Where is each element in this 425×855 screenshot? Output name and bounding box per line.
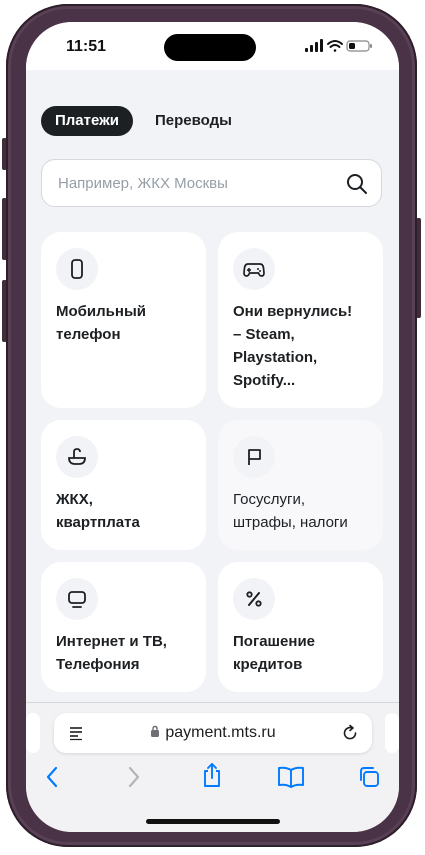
card-gosuslugi[interactable]: Госуслуги, штрафы, налоги <box>218 420 383 550</box>
card-internet-tv[interactable]: Интернет и ТВ, Телефония <box>41 562 206 692</box>
url-display[interactable]: payment.mts.ru <box>54 724 372 742</box>
percent-icon <box>233 578 275 620</box>
tabs: Платежи Переводы <box>41 106 254 138</box>
card-label: Погашение кредитов <box>233 633 316 673</box>
prev-tab-preview[interactable] <box>26 713 40 753</box>
phone-screen: 11:51 Платежи Переводы Например, ЖКХ Мос… <box>26 22 399 832</box>
dynamic-island <box>164 34 256 61</box>
gamepad-icon <box>233 248 275 290</box>
card-utilities[interactable]: ЖКХ, квартплата <box>41 420 206 550</box>
reload-icon[interactable] <box>341 724 359 747</box>
tabs-icon[interactable] <box>357 765 381 794</box>
url-text: payment.mts.ru <box>165 724 276 742</box>
faucet-icon <box>56 436 98 478</box>
forward-icon[interactable] <box>126 765 142 794</box>
bookmarks-icon[interactable] <box>277 765 305 794</box>
tab-payments[interactable]: Платежи <box>41 106 133 136</box>
card-label: Госуслуги, штрафы, налоги <box>233 491 348 531</box>
next-tab-preview[interactable] <box>385 713 399 753</box>
card-label: Интернет и ТВ, Телефония <box>56 633 167 673</box>
browser-chrome: payment.mts.ru <box>26 702 399 832</box>
share-icon[interactable] <box>200 761 224 794</box>
cellular-signal-icon <box>305 39 323 52</box>
address-bar[interactable]: payment.mts.ru <box>54 713 372 753</box>
tab-transfers[interactable]: Переводы <box>141 106 246 136</box>
lock-icon <box>150 724 160 742</box>
status-icons <box>305 39 373 53</box>
wifi-icon <box>327 40 343 52</box>
card-loans[interactable]: Погашение кредитов <box>218 562 383 692</box>
card-mobile-phone[interactable]: Мобильный телефон <box>41 232 206 408</box>
home-indicator[interactable] <box>146 819 280 824</box>
flag-icon <box>233 436 275 478</box>
search-icon[interactable] <box>346 173 368 200</box>
monitor-icon <box>56 578 98 620</box>
back-icon[interactable] <box>44 765 60 794</box>
card-label: Мобильный телефон <box>56 303 146 343</box>
browser-toolbar <box>26 759 399 799</box>
status-time: 11:51 <box>66 38 107 55</box>
mobile-phone-icon <box>56 248 98 290</box>
card-label: ЖКХ, квартплата <box>56 491 140 531</box>
battery-icon <box>346 40 372 52</box>
card-label: Они вернулись! – Steam, Playstation, Spo… <box>233 303 353 389</box>
status-bar: 11:51 <box>26 22 399 70</box>
search-input[interactable]: Например, ЖКХ Москвы <box>58 175 228 192</box>
search-box[interactable]: Например, ЖКХ Москвы <box>41 159 382 207</box>
card-games[interactable]: Они вернулись! – Steam, Playstation, Spo… <box>218 232 383 408</box>
